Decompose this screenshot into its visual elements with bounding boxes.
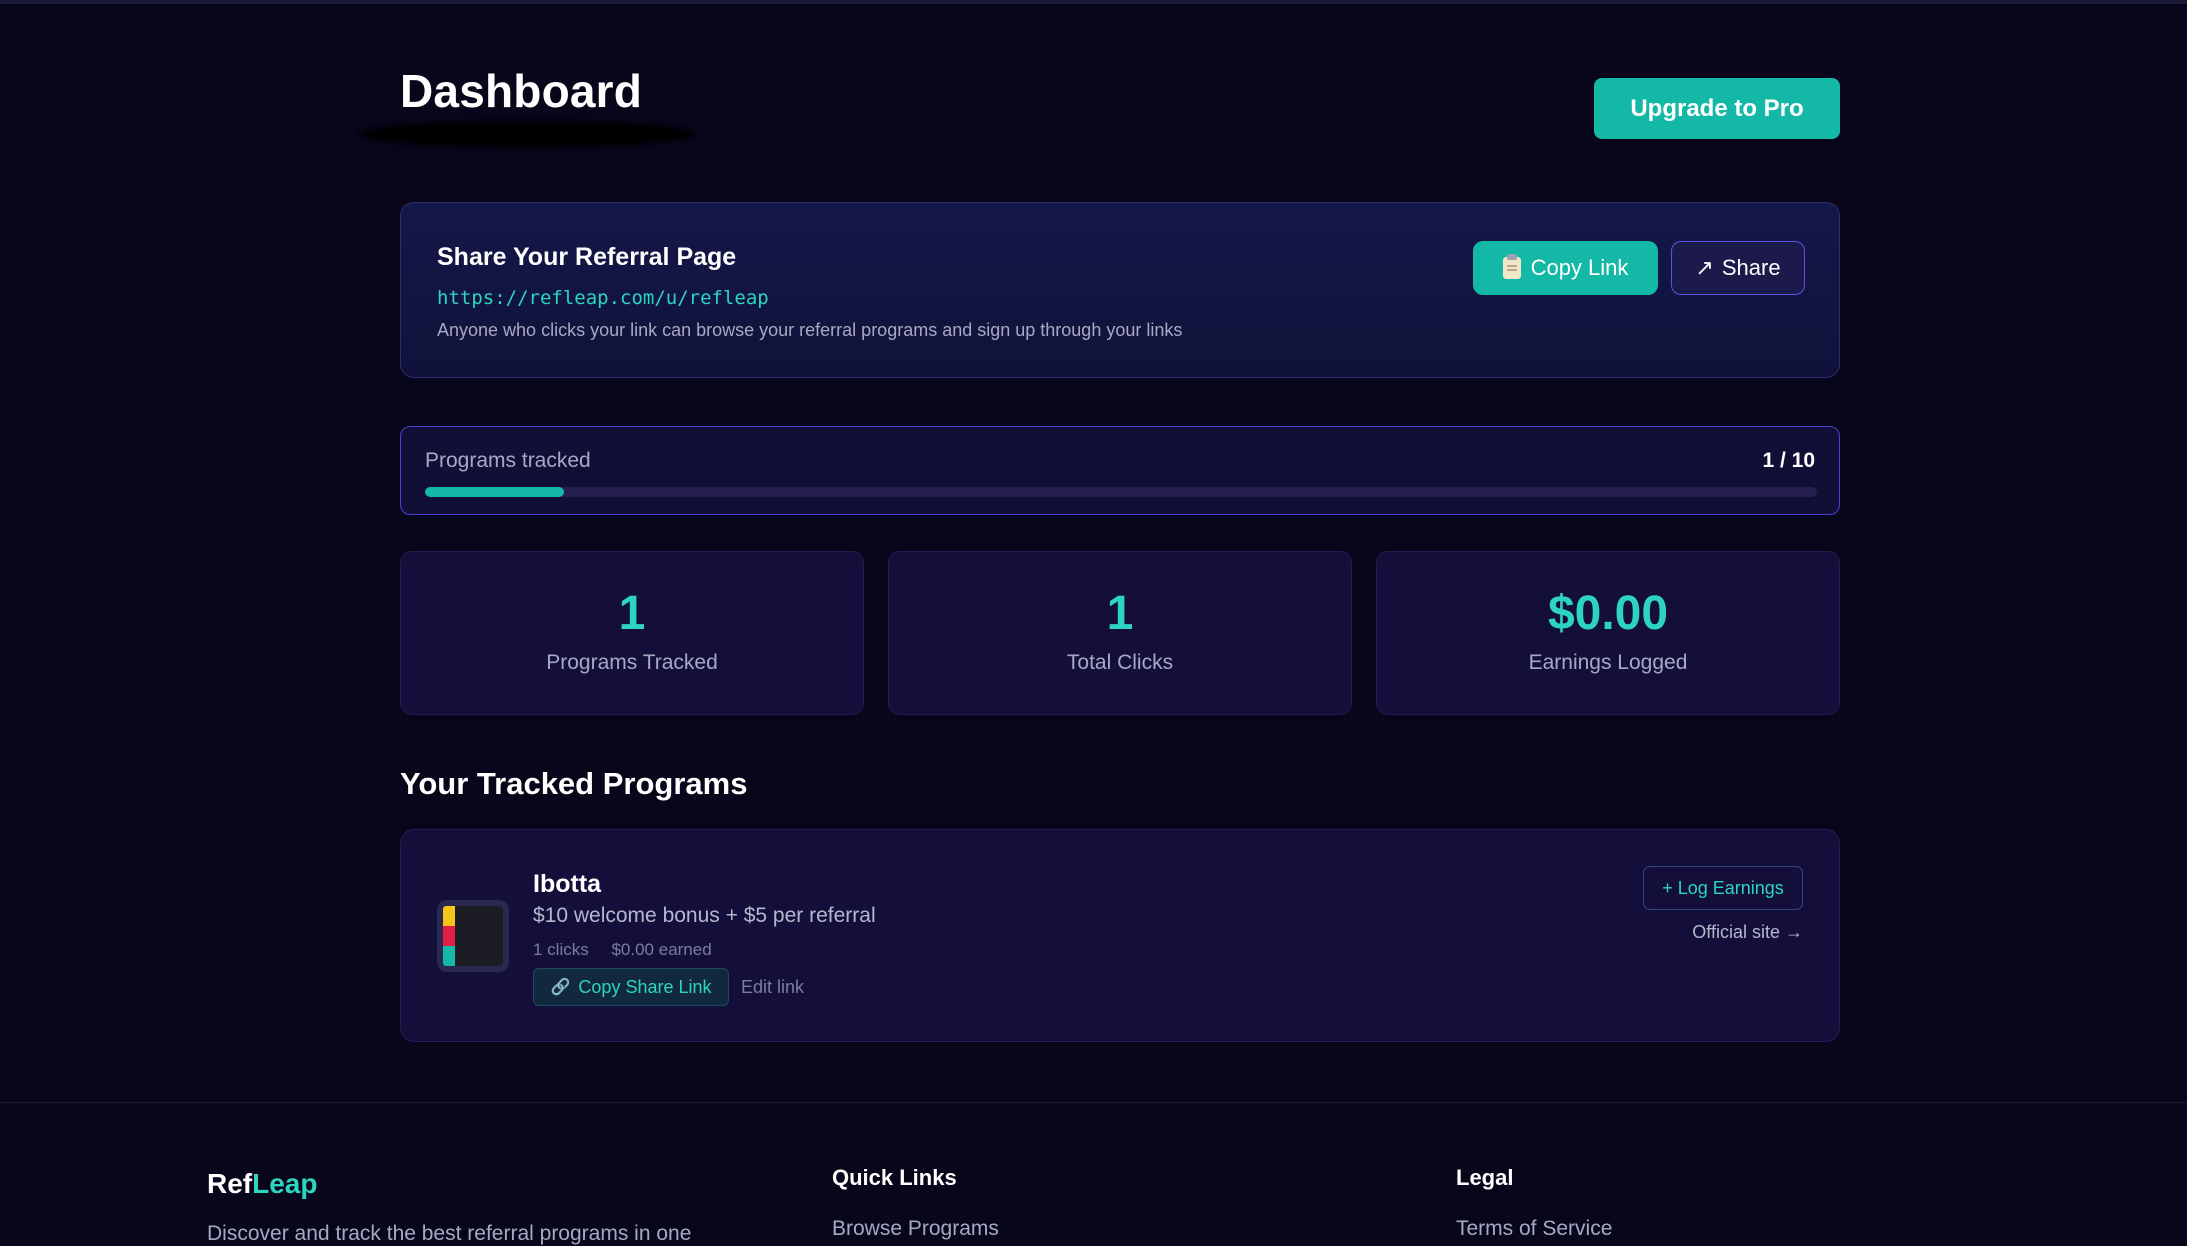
progress-count: 1 / 10 [1762, 449, 1815, 472]
legal-heading: Legal [1456, 1165, 1514, 1190]
page-title: Dashboard [400, 65, 643, 117]
program-name: Ibotta [533, 870, 602, 898]
logo-color-segment [443, 906, 455, 926]
stat-value: 1 [618, 587, 646, 640]
footer-link-browse-programs[interactable]: Browse Programs [832, 1217, 999, 1241]
copy-share-link-label: Copy Share Link [578, 976, 712, 997]
ibotta-logo [437, 900, 509, 972]
program-description: $10 welcome bonus + $5 per referral [533, 904, 876, 927]
footer-description: Discover and track the best referral pro… [207, 1222, 692, 1245]
share-label: Share [1721, 255, 1781, 280]
arrow-up-right-icon: ↗ [1695, 255, 1714, 280]
stat-label: Programs Tracked [546, 651, 718, 674]
stat-value: $0.00 [1547, 587, 1669, 640]
stat-card-earnings-logged: $0.00 Earnings Logged [1376, 551, 1840, 715]
copy-link-label: Copy Link [1530, 255, 1629, 280]
logo-color-segment [443, 946, 455, 966]
link-icon: 🔗 [550, 979, 571, 996]
stat-value: 1 [1106, 587, 1134, 640]
progress-fill [425, 487, 565, 497]
footer-logo-ref: Ref [207, 1168, 253, 1199]
programs-tracked-progress: Programs tracked 1 / 10 [400, 426, 1840, 515]
share-button[interactable]: ↗ Share [1671, 241, 1805, 295]
stat-label: Total Clicks [1066, 651, 1174, 674]
log-earnings-button[interactable]: + Log Earnings [1643, 866, 1803, 910]
tracked-programs-heading: Your Tracked Programs [400, 766, 748, 801]
footer-logo-leap: Leap [252, 1168, 318, 1199]
footer-logo[interactable]: RefLeap [207, 1168, 317, 1200]
share-card-title: Share Your Referral Page [437, 243, 737, 271]
program-stats: 1 clicks $0.00 earned [533, 940, 712, 960]
copy-link-button[interactable]: Copy Link [1473, 241, 1658, 295]
program-clicks: 1 clicks [533, 940, 589, 959]
top-border [0, 0, 2187, 4]
stat-card-programs-tracked: 1 Programs Tracked [400, 551, 864, 715]
clipboard-icon [1502, 254, 1521, 279]
official-site-link[interactable]: Official site → [1692, 922, 1803, 943]
program-earned: $0.00 earned [611, 940, 712, 959]
logo-color-segment [443, 926, 455, 946]
progress-track [425, 487, 1817, 497]
referral-url[interactable]: https://refleap.com/u/refleap [437, 287, 769, 309]
footer-link-terms-of-service[interactable]: Terms of Service [1456, 1217, 1612, 1241]
program-card-ibotta: Ibotta $10 welcome bonus + $5 per referr… [400, 829, 1840, 1042]
redacted-user-email [360, 121, 695, 147]
progress-label: Programs tracked [425, 449, 591, 472]
stat-label: Earnings Logged [1528, 651, 1688, 674]
quick-links-heading: Quick Links [832, 1165, 957, 1190]
copy-share-link-button[interactable]: 🔗 Copy Share Link [533, 968, 729, 1006]
stat-card-total-clicks: 1 Total Clicks [888, 551, 1352, 715]
edit-link[interactable]: Edit link [741, 977, 804, 998]
share-description: Anyone who clicks your link can browse y… [437, 320, 1183, 340]
share-referral-card: Share Your Referral Page https://refleap… [400, 202, 1840, 378]
footer-divider [0, 1102, 2187, 1103]
upgrade-to-pro-button[interactable]: Upgrade to Pro [1594, 78, 1840, 139]
